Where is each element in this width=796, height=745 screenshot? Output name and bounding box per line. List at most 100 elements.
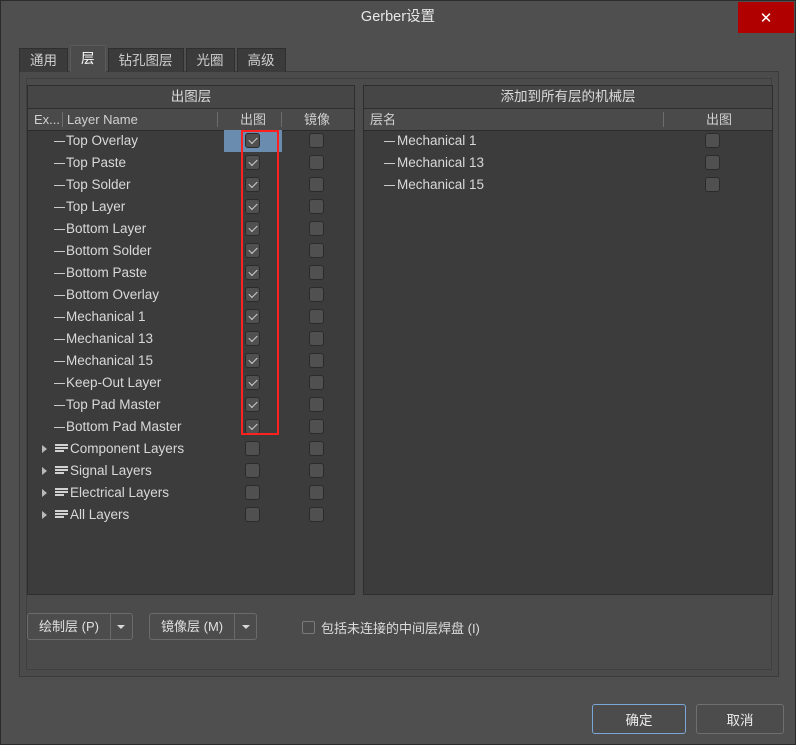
table-row[interactable]: Mechanical 1: [28, 306, 354, 328]
table-row[interactable]: Mechanical 13: [28, 328, 354, 350]
column-header-layer-name[interactable]: Layer Name: [67, 109, 138, 130]
ok-button[interactable]: 确定: [592, 704, 686, 734]
mirror-checkbox[interactable]: [309, 441, 324, 456]
table-row[interactable]: Electrical Layers: [28, 482, 354, 504]
mirror-checkbox[interactable]: [309, 353, 324, 368]
plot-checkbox[interactable]: [245, 397, 260, 412]
table-row[interactable]: Bottom Overlay: [28, 284, 354, 306]
layer-name-label: Bottom Pad Master: [66, 419, 182, 434]
plot-checkbox[interactable]: [245, 463, 260, 478]
tab-4[interactable]: 高级: [236, 48, 286, 72]
expand-arrow-icon[interactable]: [42, 467, 47, 475]
mirror-checkbox[interactable]: [309, 265, 324, 280]
table-row[interactable]: Top Solder: [28, 174, 354, 196]
plot-checkbox[interactable]: [245, 507, 260, 522]
plot-checkbox[interactable]: [705, 177, 720, 192]
table-row[interactable]: Mechanical 13: [364, 152, 772, 174]
table-row[interactable]: Bottom Solder: [28, 240, 354, 262]
layer-name-label: Top Pad Master: [66, 397, 161, 412]
mirror-checkbox[interactable]: [309, 485, 324, 500]
mirror-checkbox[interactable]: [309, 397, 324, 412]
mirror-checkbox[interactable]: [309, 287, 324, 302]
plot-checkbox[interactable]: [245, 419, 260, 434]
column-divider[interactable]: [62, 112, 63, 127]
table-row[interactable]: Bottom Pad Master: [28, 416, 354, 438]
plot-layers-split-button[interactable]: 绘制层 (P): [27, 613, 133, 640]
tab-strip: 通用层钻孔图层 光圈 高级: [19, 45, 288, 72]
table-row[interactable]: Bottom Paste: [28, 262, 354, 284]
tab-0[interactable]: 通用: [19, 48, 68, 72]
plot-checkbox[interactable]: [245, 353, 260, 368]
table-row[interactable]: Keep-Out Layer: [28, 372, 354, 394]
mirror-checkbox[interactable]: [309, 309, 324, 324]
plot-checkbox[interactable]: [245, 265, 260, 280]
tab-2[interactable]: 钻孔图层: [107, 48, 184, 72]
leaf-dash-icon: [54, 207, 65, 208]
chevron-down-icon[interactable]: [109, 614, 132, 639]
leaf-dash-icon: [54, 339, 65, 340]
cancel-button[interactable]: 取消: [696, 704, 784, 734]
table-row[interactable]: Top Paste: [28, 152, 354, 174]
column-header-plot[interactable]: 出图: [669, 109, 769, 130]
table-row[interactable]: Top Overlay: [28, 130, 354, 152]
chevron-down-icon[interactable]: [234, 614, 256, 639]
plot-layers-row-list[interactable]: Top Overlay Top Paste Top Solder Top Layer B…: [28, 130, 354, 594]
layer-name-label: Mechanical 13: [66, 331, 154, 346]
table-row[interactable]: Bottom Layer: [28, 218, 354, 240]
mirror-checkbox[interactable]: [309, 463, 324, 478]
layer-group-icon: [55, 444, 68, 454]
column-header-ex[interactable]: Ex...: [34, 109, 60, 130]
tab-1[interactable]: 层: [70, 45, 106, 72]
column-header-plot[interactable]: 出图: [227, 109, 279, 130]
table-row[interactable]: Top Pad Master: [28, 394, 354, 416]
mirror-layers-split-button[interactable]: 镜像层 (M): [149, 613, 258, 640]
layer-group-icon: [55, 466, 68, 476]
plot-checkbox[interactable]: [705, 155, 720, 170]
plot-checkbox[interactable]: [245, 331, 260, 346]
mechanical-layers-row-list[interactable]: Mechanical 1 Mechanical 13 Mechanical 15: [364, 130, 772, 594]
expand-arrow-icon[interactable]: [42, 511, 47, 519]
mirror-checkbox[interactable]: [309, 243, 324, 258]
plot-checkbox[interactable]: [245, 243, 260, 258]
close-icon[interactable]: ✕: [738, 2, 794, 33]
mirror-checkbox[interactable]: [309, 155, 324, 170]
column-divider[interactable]: [217, 112, 218, 127]
include-unconnected-pads-option[interactable]: 包括未连接的中间层焊盘 (I): [302, 618, 480, 637]
table-row[interactable]: Top Layer: [28, 196, 354, 218]
mirror-checkbox[interactable]: [309, 133, 324, 148]
plot-checkbox[interactable]: [245, 309, 260, 324]
plot-checkbox[interactable]: [705, 133, 720, 148]
mirror-checkbox[interactable]: [309, 199, 324, 214]
table-row[interactable]: Mechanical 1: [364, 130, 772, 152]
table-row[interactable]: Mechanical 15: [28, 350, 354, 372]
plot-checkbox[interactable]: [245, 441, 260, 456]
plot-checkbox[interactable]: [245, 133, 260, 148]
mirror-checkbox[interactable]: [309, 331, 324, 346]
mirror-checkbox[interactable]: [309, 375, 324, 390]
layer-name-label: Keep-Out Layer: [66, 375, 162, 390]
include-unconnected-pads-checkbox[interactable]: [302, 621, 315, 634]
plot-checkbox[interactable]: [245, 155, 260, 170]
plot-checkbox[interactable]: [245, 177, 260, 192]
column-header-mirror[interactable]: 镜像: [286, 109, 348, 130]
expand-arrow-icon[interactable]: [42, 489, 47, 497]
column-divider[interactable]: [281, 112, 282, 127]
table-row[interactable]: Signal Layers: [28, 460, 354, 482]
expand-arrow-icon[interactable]: [42, 445, 47, 453]
table-row[interactable]: Component Layers: [28, 438, 354, 460]
mirror-checkbox[interactable]: [309, 221, 324, 236]
table-row[interactable]: Mechanical 15: [364, 174, 772, 196]
mechanical-layers-panel-title: 添加到所有层的机械层: [364, 86, 772, 109]
table-row[interactable]: All Layers: [28, 504, 354, 526]
plot-checkbox[interactable]: [245, 221, 260, 236]
plot-checkbox[interactable]: [245, 287, 260, 302]
mirror-checkbox[interactable]: [309, 419, 324, 434]
plot-checkbox[interactable]: [245, 485, 260, 500]
tab-3[interactable]: 光圈: [185, 48, 235, 72]
mirror-checkbox[interactable]: [309, 507, 324, 522]
column-divider[interactable]: [663, 112, 664, 127]
column-header-layer-name[interactable]: 层名: [370, 109, 396, 130]
plot-checkbox[interactable]: [245, 375, 260, 390]
mirror-checkbox[interactable]: [309, 177, 324, 192]
plot-checkbox[interactable]: [245, 199, 260, 214]
